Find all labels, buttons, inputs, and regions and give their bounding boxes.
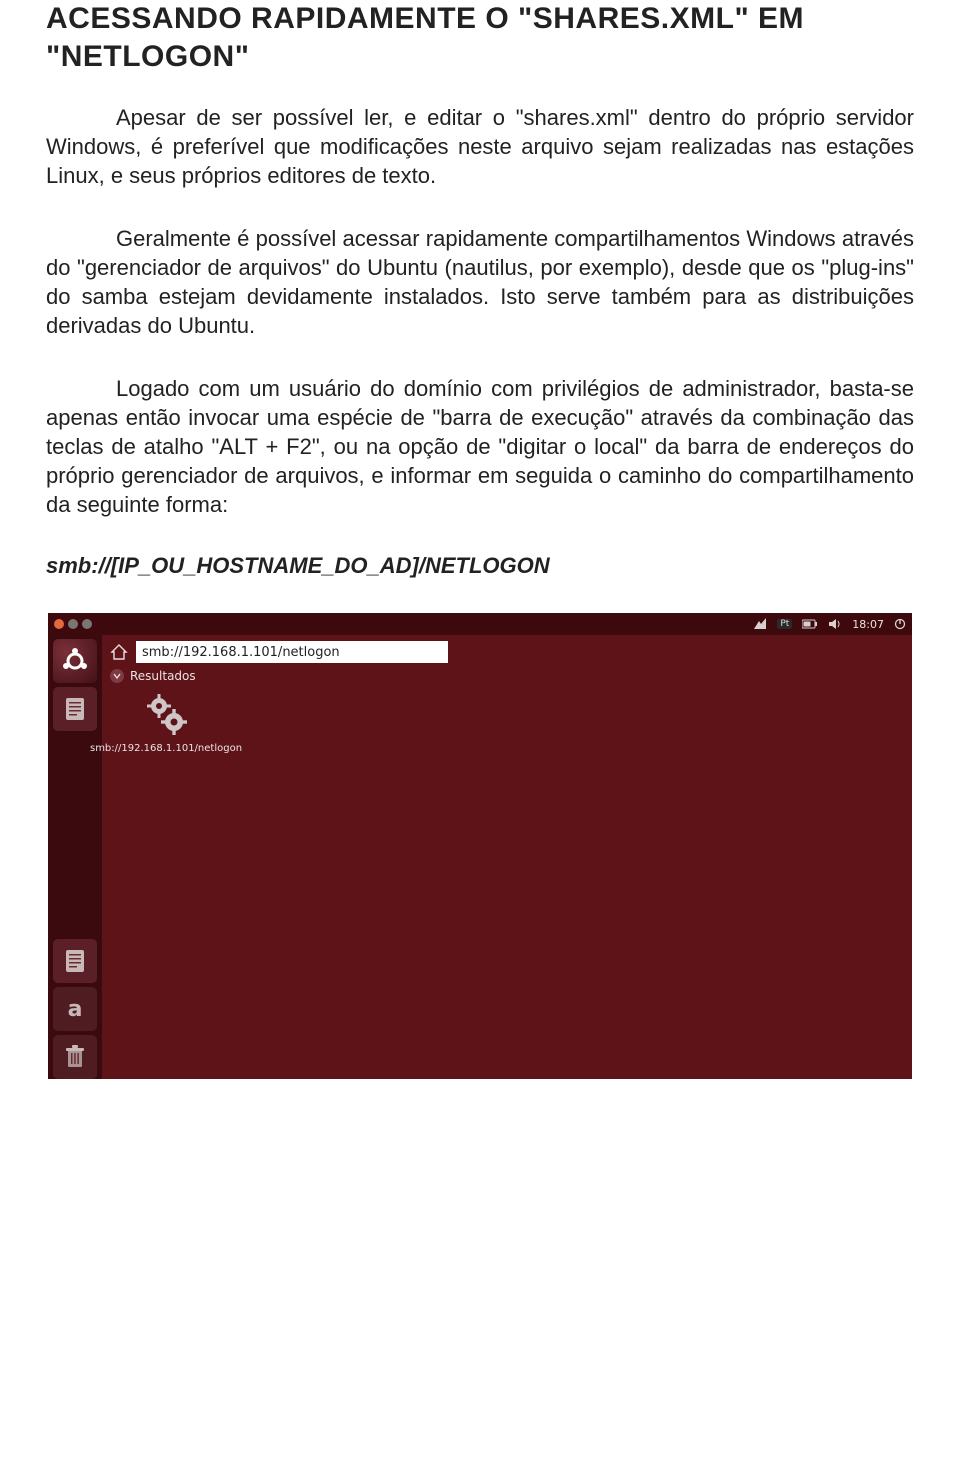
result-caption: smb://192.168.1.101/netlogon bbox=[90, 743, 242, 755]
paragraph-2: Geralmente é possível acessar rapidament… bbox=[46, 224, 914, 340]
chevron-down-icon bbox=[110, 669, 124, 683]
paragraph-1: Apesar de ser possível ler, e editar o "… bbox=[46, 103, 914, 190]
unity-launcher: a bbox=[48, 635, 102, 1079]
dash-search-input[interactable] bbox=[136, 641, 448, 663]
ubuntu-screenshot: Pt 18:07 bbox=[48, 613, 912, 1079]
keyboard-layout-indicator[interactable]: Pt bbox=[777, 619, 792, 629]
system-tray: Pt 18:07 bbox=[753, 618, 906, 631]
dash-home-button[interactable] bbox=[53, 639, 97, 683]
files-launcher-icon[interactable] bbox=[53, 687, 97, 731]
app-launcher-label: a bbox=[68, 997, 83, 1022]
minimize-icon[interactable] bbox=[68, 619, 78, 629]
clock[interactable]: 18:07 bbox=[852, 618, 884, 631]
network-icon[interactable] bbox=[753, 618, 767, 630]
paragraph-3: Logado com um usuário do domínio com pri… bbox=[46, 374, 914, 519]
smb-path-example: smb://[IP_OU_HOSTNAME_DO_AD]/NETLOGON bbox=[46, 553, 914, 579]
window-buttons bbox=[54, 619, 92, 629]
dash-search-row bbox=[110, 639, 902, 665]
home-icon[interactable] bbox=[110, 643, 128, 661]
gears-icon bbox=[142, 691, 190, 739]
results-label: Resultados bbox=[130, 669, 196, 683]
page-title: ACESSANDO RAPIDAMENTE O "SHARES.XML" EM … bbox=[46, 0, 914, 75]
result-item[interactable]: smb://192.168.1.101/netlogon bbox=[126, 691, 206, 755]
results-header[interactable]: Resultados bbox=[110, 669, 196, 683]
files-launcher-icon-2[interactable] bbox=[53, 939, 97, 983]
session-icon[interactable] bbox=[894, 618, 906, 630]
close-icon[interactable] bbox=[54, 619, 64, 629]
volume-icon[interactable] bbox=[828, 618, 842, 630]
battery-icon[interactable] bbox=[802, 619, 818, 629]
maximize-icon[interactable] bbox=[82, 619, 92, 629]
app-launcher-icon[interactable]: a bbox=[53, 987, 97, 1031]
trash-icon[interactable] bbox=[53, 1035, 97, 1079]
ubuntu-topbar: Pt 18:07 bbox=[48, 613, 912, 635]
